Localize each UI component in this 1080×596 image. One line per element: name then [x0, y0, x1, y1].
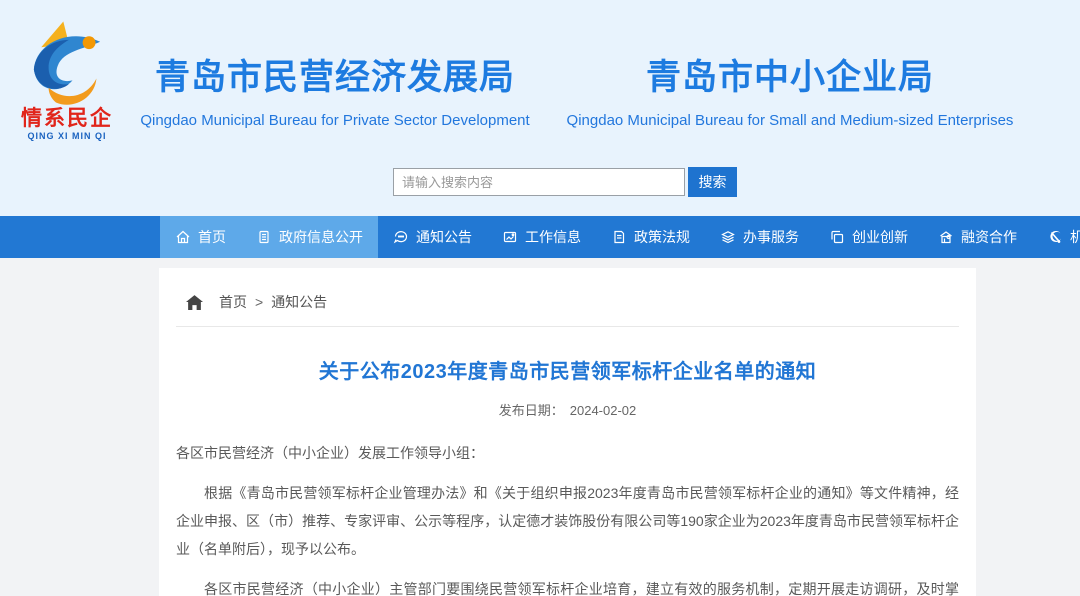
breadcrumb-home-icon [186, 295, 203, 310]
breadcrumb-divider [176, 326, 959, 327]
nav-label: 政府信息公开 [279, 227, 363, 247]
main-nav: 首页 政府信息公开 通知公告 工作信息 政策法规 办事服务 创业创新 [0, 216, 1080, 258]
nav-item-home[interactable]: 首页 [160, 216, 241, 258]
nav-label: 办事服务 [743, 227, 799, 247]
bureau-title-cn: 青岛市民营经济发展局 [135, 56, 535, 100]
article-body: 各区市民营经济（中小企业）发展工作领导小组： 根据《青岛市民营领军标杆企业管理办… [176, 439, 959, 596]
financing-icon [938, 229, 954, 245]
nav-label: 机关党建 [1070, 227, 1080, 247]
nav-item-policy[interactable]: 政策法规 [596, 216, 705, 258]
publish-date-value: 2024-02-02 [570, 403, 637, 418]
nav-item-notices[interactable]: 通知公告 [378, 216, 487, 258]
search-bar: 搜索 [393, 167, 737, 197]
breadcrumb-current[interactable]: 通知公告 [271, 292, 327, 312]
party-icon [1047, 229, 1063, 245]
nav-item-financing[interactable]: 融资合作 [923, 216, 1032, 258]
logo-text-en: QING XI MIN QI [8, 130, 126, 142]
page: 情系民企 QING XI MIN QI 青岛市民营经济发展局 Qingdao M… [0, 0, 1080, 596]
logo-swirl-icon [21, 16, 113, 108]
nav-item-innovation[interactable]: 创业创新 [814, 216, 923, 258]
nav-spacer [0, 216, 160, 258]
search-button[interactable]: 搜索 [688, 167, 737, 197]
notice-icon [393, 229, 409, 245]
nav-item-gov-info[interactable]: 政府信息公开 [241, 216, 378, 258]
article-paragraph-salutation: 各区市民营经济（中小企业）发展工作领导小组： [176, 439, 959, 467]
nav-highlight-group: 首页 政府信息公开 [160, 216, 378, 258]
services-icon [720, 229, 736, 245]
search-input[interactable] [393, 168, 685, 196]
innovation-icon [829, 229, 845, 245]
nav-label: 首页 [198, 227, 226, 247]
gov-info-icon [256, 229, 272, 245]
work-info-icon [502, 229, 518, 245]
article-title: 关于公布2023年度青岛市民营领军标杆企业名单的通知 [176, 355, 959, 384]
nav-item-party-building[interactable]: 机关党建 [1032, 216, 1080, 258]
breadcrumb-separator: > [255, 294, 263, 310]
logo-text-cn: 情系民企 [8, 108, 126, 130]
nav-label: 工作信息 [525, 227, 581, 247]
nav-item-services[interactable]: 办事服务 [705, 216, 814, 258]
breadcrumb: 首页 > 通知公告 [176, 286, 959, 312]
site-logo: 情系民企 QING XI MIN QI [8, 16, 126, 142]
article-paragraph: 根据《青岛市民营领军标杆企业管理办法》和《关于组织申报2023年度青岛市民营领军… [176, 479, 959, 563]
article-paragraph: 各区市民营经济（中小企业）主管部门要围绕民营领军标杆企业培育，建立有效的服务机制… [176, 575, 959, 596]
nav-label: 融资合作 [961, 227, 1017, 247]
policy-icon [611, 229, 627, 245]
nav-label: 通知公告 [416, 227, 472, 247]
nav-item-work-info[interactable]: 工作信息 [487, 216, 596, 258]
breadcrumb-home-link[interactable]: 首页 [219, 292, 247, 312]
bureau-subtitle-en: Qingdao Municipal Bureau for Private Sec… [135, 112, 535, 129]
bureau-sme: 青岛市中小企业局 Qingdao Municipal Bureau for Sm… [545, 56, 1035, 129]
nav-label: 政策法规 [634, 227, 690, 247]
site-header: 情系民企 QING XI MIN QI 青岛市民营经济发展局 Qingdao M… [0, 0, 1080, 216]
article-panel: 首页 > 通知公告 关于公布2023年度青岛市民营领军标杆企业名单的通知 发布日… [159, 268, 976, 596]
article-publish-date: 发布日期： 2024-02-02 [176, 400, 959, 419]
publish-date-label: 发布日期： [499, 403, 564, 418]
bureau-private-sector: 青岛市民营经济发展局 Qingdao Municipal Bureau for … [135, 56, 535, 129]
nav-label: 创业创新 [852, 227, 908, 247]
bureau-subtitle-en: Qingdao Municipal Bureau for Small and M… [545, 112, 1035, 129]
main-content-area: 首页 > 通知公告 关于公布2023年度青岛市民营领军标杆企业名单的通知 发布日… [0, 258, 1080, 596]
bureau-title-cn: 青岛市中小企业局 [545, 56, 1035, 100]
home-icon [175, 229, 191, 245]
